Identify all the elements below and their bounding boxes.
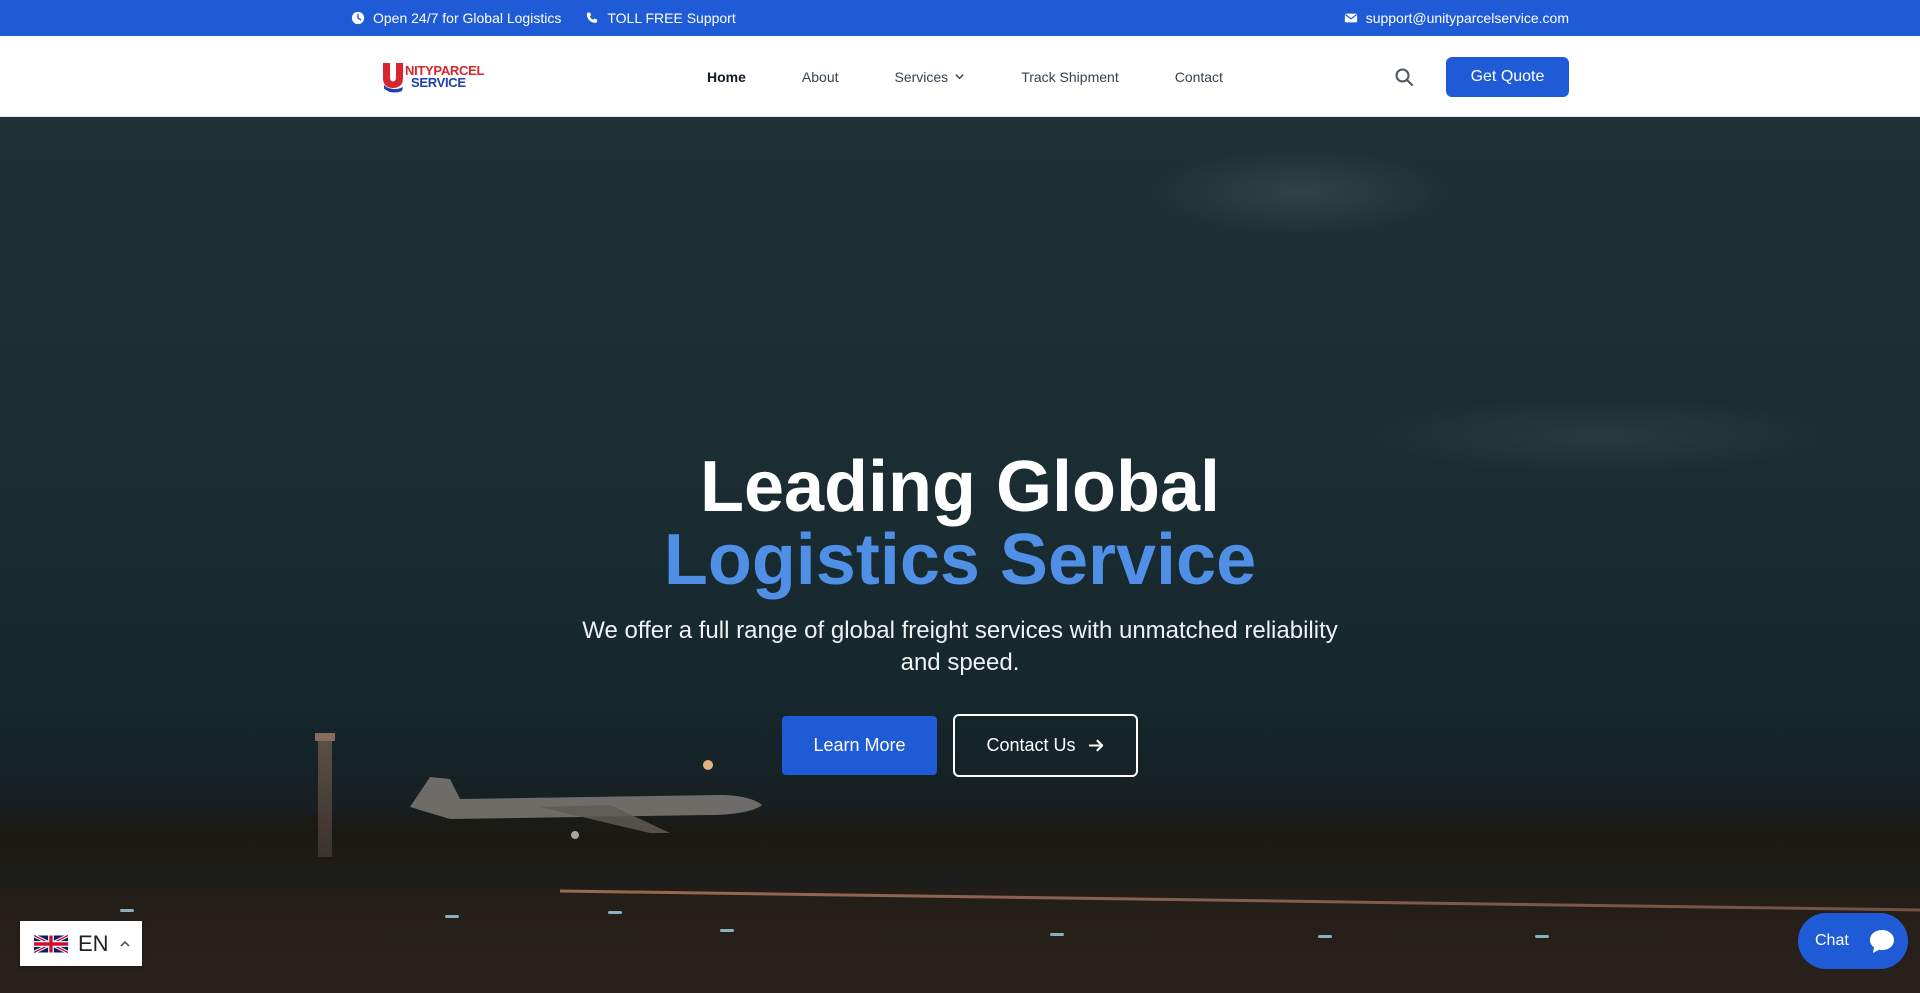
- arrow-right-icon: [1088, 739, 1103, 752]
- get-quote-button[interactable]: Get Quote: [1446, 56, 1569, 97]
- contact-us-button[interactable]: Contact Us: [953, 714, 1138, 777]
- logo-u-mark: [383, 62, 403, 92]
- uk-flag-icon: [34, 933, 68, 954]
- support-info[interactable]: TOLL FREE Support: [585, 10, 736, 26]
- hours-info: Open 24/7 for Global Logistics: [351, 10, 561, 26]
- nav-contact[interactable]: Contact: [1175, 69, 1223, 85]
- main-nav: Home About Services Track Shipment Conta…: [707, 69, 1223, 85]
- nav-about[interactable]: About: [802, 69, 839, 85]
- chevron-down-icon: [955, 74, 964, 80]
- phone-icon: [587, 12, 598, 23]
- chat-bubble: [1863, 922, 1901, 960]
- language-selector[interactable]: EN: [20, 921, 142, 966]
- email-link[interactable]: support@unityparcelservice.com: [1366, 10, 1569, 26]
- nav-home[interactable]: Home: [707, 69, 746, 85]
- contact-us-label: Contact Us: [986, 735, 1076, 755]
- chat-bubble-icon: [1870, 930, 1894, 953]
- hero-title-line1: Leading Global: [699, 447, 1221, 527]
- email-info[interactable]: support@unityparcelservice.com: [1344, 10, 1569, 26]
- nav-services[interactable]: Services: [895, 69, 966, 85]
- support-text[interactable]: TOLL FREE Support: [607, 10, 735, 26]
- search-button[interactable]: [1392, 65, 1416, 89]
- site-header: NITYPARCEL SERVICE Home About Services T…: [0, 36, 1920, 117]
- chevron-up-icon: [119, 940, 130, 947]
- learn-more-button[interactable]: Learn More: [782, 716, 937, 775]
- hero-subtitle: We offer a full range of global freight …: [582, 617, 1338, 676]
- hours-text: Open 24/7 for Global Logistics: [373, 10, 562, 26]
- nav-services-label: Services: [894, 68, 949, 85]
- company-logo[interactable]: NITYPARCEL SERVICE: [381, 60, 497, 94]
- hero-content: Leading Global Logistics Service We offe…: [0, 117, 1920, 993]
- nav-track-shipment[interactable]: Track Shipment: [1021, 69, 1119, 85]
- chat-label: Chat: [1815, 932, 1849, 949]
- hero-title-line2: Logistics Service: [663, 520, 1257, 600]
- language-code: EN: [78, 930, 109, 956]
- top-info-bar: Open 24/7 for Global Logistics TOLL FREE…: [0, 0, 1920, 36]
- search-icon: [1395, 68, 1413, 86]
- clock-icon: [351, 11, 365, 25]
- envelope-icon: [1344, 13, 1357, 23]
- hero-section: Leading Global Logistics Service We offe…: [0, 117, 1920, 993]
- logo-text-line2: SERVICE: [411, 74, 466, 90]
- chat-widget-button[interactable]: Chat: [1798, 913, 1908, 969]
